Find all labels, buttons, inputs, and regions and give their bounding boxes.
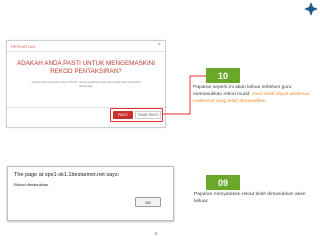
step-10-description: Paparan seperti ini akan keluar sebelum … — [193, 84, 313, 105]
alert-title: The page at sps1-sk1.1bestarinet.net say… — [14, 172, 120, 178]
modal-divider — [7, 51, 165, 52]
modal-subtext: Setelah anda menekan butang 'PASTI', rek… — [31, 81, 141, 88]
ok-button[interactable]: OK — [135, 197, 161, 207]
close-icon[interactable]: × — [157, 42, 161, 48]
button-highlight-box — [110, 108, 163, 122]
confirmation-modal: PERHATIAN × ADAKAH ANDA PASTI UNTUK MENG… — [6, 40, 166, 128]
modal-title: PERHATIAN — [11, 44, 36, 49]
step-badge-10: 10 — [206, 68, 240, 83]
step-09-description: Paparan menyatakan rekod telah dimasukka… — [194, 192, 306, 204]
page-number: 8 — [155, 231, 158, 236]
modal-heading: ADAKAH ANDA PASTI UNTUK MENGEMASKINI REK… — [16, 60, 156, 75]
browser-alert-dialog: The page at sps1-sk1.1bestarinet.net say… — [7, 166, 174, 221]
step-badge-09: 09 — [206, 175, 240, 190]
alert-message: Rekod dimasukkan. — [14, 182, 50, 187]
corner-mark-icon — [304, 2, 318, 16]
